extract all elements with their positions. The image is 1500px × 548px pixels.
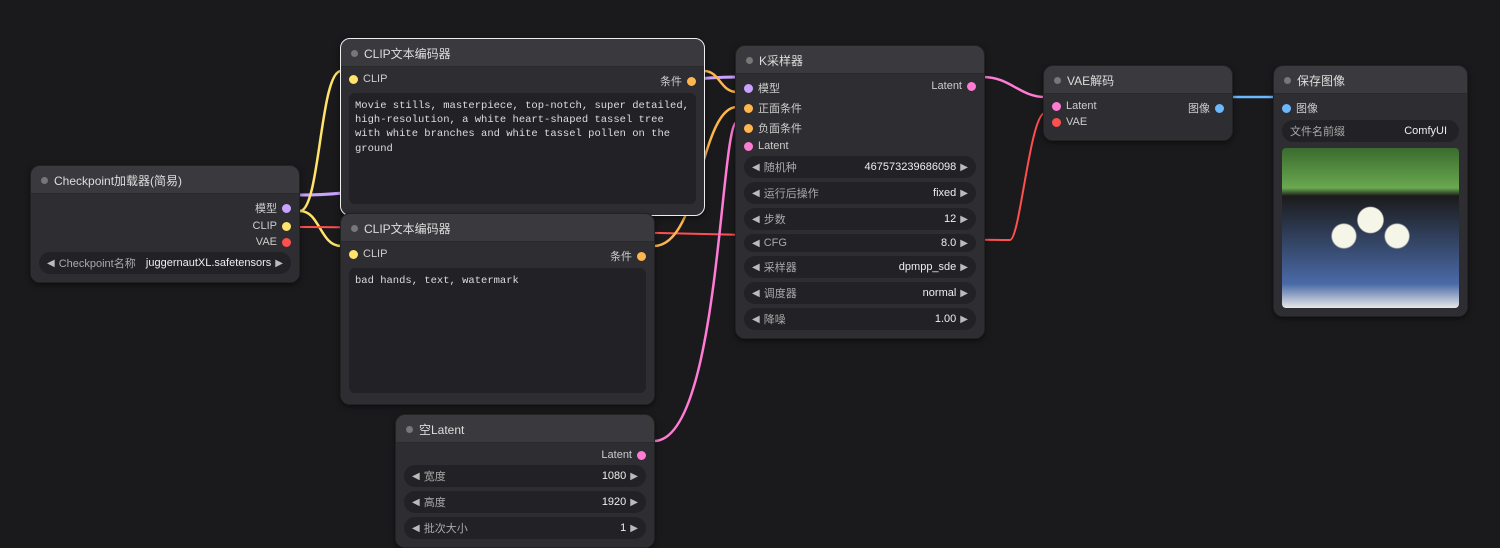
collapse-dot-icon[interactable] — [746, 57, 753, 64]
widget-cfg[interactable]: ◀CFG8.0▶ — [744, 234, 976, 252]
input-port-vae[interactable]: VAE — [1052, 116, 1097, 128]
chevron-left-icon[interactable]: ◀ — [752, 188, 760, 199]
node-vae-decode[interactable]: VAE解码 Latent VAE 图像 — [1043, 65, 1233, 141]
node-checkpoint-loader[interactable]: Checkpoint加载器(简易) 模型 CLIP VAE ◀ Checkpoi… — [30, 165, 300, 283]
chevron-left-icon[interactable]: ◀ — [752, 162, 760, 173]
node-save-image[interactable]: 保存图像 图像 文件名前缀 ComfyUI — [1273, 65, 1468, 317]
chevron-left-icon[interactable]: ◀ — [752, 262, 760, 273]
chevron-right-icon[interactable]: ▶ — [960, 314, 968, 325]
chevron-left-icon[interactable]: ◀ — [412, 471, 420, 482]
collapse-dot-icon[interactable] — [351, 225, 358, 232]
chevron-left-icon[interactable]: ◀ — [412, 497, 420, 508]
chevron-right-icon[interactable]: ▶ — [960, 162, 968, 173]
prompt-textarea[interactable] — [349, 268, 646, 393]
chevron-right-icon[interactable]: ▶ — [960, 288, 968, 299]
input-port-image[interactable]: 图像 — [1282, 100, 1318, 116]
widget-steps[interactable]: ◀步数12▶ — [744, 208, 976, 230]
chevron-left-icon[interactable]: ◀ — [752, 214, 760, 225]
node-title: VAE解码 — [1067, 72, 1114, 89]
widget-width[interactable]: ◀宽度1080▶ — [404, 465, 646, 487]
chevron-right-icon[interactable]: ▶ — [630, 523, 638, 534]
prompt-textarea[interactable] — [349, 93, 696, 204]
image-preview — [1282, 148, 1459, 308]
node-title: 空Latent — [419, 421, 464, 438]
input-port-positive[interactable]: 正面条件 — [744, 100, 802, 116]
node-header[interactable]: CLIP文本编码器 — [341, 39, 704, 67]
input-port-clip[interactable]: CLIP — [349, 73, 387, 85]
output-port-image[interactable]: 图像 — [1188, 100, 1224, 116]
chevron-left-icon[interactable]: ◀ — [752, 314, 760, 325]
input-port-clip[interactable]: CLIP — [349, 248, 387, 260]
chevron-right-icon[interactable]: ▶ — [960, 214, 968, 225]
node-title: Checkpoint加载器(简易) — [54, 172, 182, 189]
node-title: 保存图像 — [1297, 72, 1345, 89]
chevron-right-icon[interactable]: ▶ — [630, 471, 638, 482]
output-port-latent[interactable]: Latent — [601, 449, 646, 461]
widget-sampler[interactable]: ◀采样器dpmpp_sde▶ — [744, 256, 976, 278]
chevron-left-icon[interactable]: ◀ — [752, 238, 760, 249]
chevron-right-icon[interactable]: ▶ — [960, 262, 968, 273]
chevron-left-icon[interactable]: ◀ — [412, 523, 420, 534]
node-title: CLIP文本编码器 — [364, 45, 451, 62]
collapse-dot-icon[interactable] — [351, 50, 358, 57]
widget-batch[interactable]: ◀批次大小1▶ — [404, 517, 646, 539]
widget-denoise[interactable]: ◀降噪1.00▶ — [744, 308, 976, 330]
input-port-latent[interactable]: Latent — [744, 140, 802, 152]
node-header[interactable]: 保存图像 — [1274, 66, 1467, 94]
node-title: CLIP文本编码器 — [364, 220, 451, 237]
input-port-latent[interactable]: Latent — [1052, 100, 1097, 112]
chevron-left-icon[interactable]: ◀ — [752, 288, 760, 299]
chevron-right-icon[interactable]: ▶ — [275, 258, 283, 269]
output-port-latent[interactable]: Latent — [931, 80, 976, 92]
node-clip-text-encode-positive[interactable]: CLIP文本编码器 CLIP 条件 — [340, 38, 705, 216]
node-empty-latent[interactable]: 空Latent Latent ◀宽度1080▶ ◀高度1920▶ ◀批次大小1▶ — [395, 414, 655, 548]
output-port-clip[interactable]: CLIP — [253, 220, 291, 232]
output-port-model[interactable]: 模型 — [253, 200, 291, 216]
node-ksampler[interactable]: K采样器 模型 正面条件 负面条件 Latent Latent ◀随机种4675… — [735, 45, 985, 339]
widget-ckpt-name[interactable]: ◀ Checkpoint名称 juggernautXL.safetensors … — [39, 252, 291, 274]
output-port-conditioning[interactable]: 条件 — [660, 73, 696, 89]
node-header[interactable]: K采样器 — [736, 46, 984, 74]
output-port-conditioning[interactable]: 条件 — [610, 248, 646, 264]
widget-after[interactable]: ◀运行后操作fixed▶ — [744, 182, 976, 204]
collapse-dot-icon[interactable] — [406, 426, 413, 433]
input-port-negative[interactable]: 负面条件 — [744, 120, 802, 136]
node-clip-text-encode-negative[interactable]: CLIP文本编码器 CLIP 条件 — [340, 213, 655, 405]
output-port-vae[interactable]: VAE — [253, 236, 291, 248]
widget-scheduler[interactable]: ◀调度器normal▶ — [744, 282, 976, 304]
chevron-right-icon[interactable]: ▶ — [960, 188, 968, 199]
widget-height[interactable]: ◀高度1920▶ — [404, 491, 646, 513]
collapse-dot-icon[interactable] — [1284, 77, 1291, 84]
node-title: K采样器 — [759, 52, 803, 69]
node-header[interactable]: 空Latent — [396, 415, 654, 443]
widget-seed[interactable]: ◀随机种467573239686098▶ — [744, 156, 976, 178]
node-header[interactable]: CLIP文本编码器 — [341, 214, 654, 242]
node-header[interactable]: VAE解码 — [1044, 66, 1232, 94]
chevron-right-icon[interactable]: ▶ — [960, 238, 968, 249]
collapse-dot-icon[interactable] — [1054, 77, 1061, 84]
chevron-right-icon[interactable]: ▶ — [630, 497, 638, 508]
node-header[interactable]: Checkpoint加载器(简易) — [31, 166, 299, 194]
chevron-left-icon[interactable]: ◀ — [47, 258, 55, 269]
input-port-model[interactable]: 模型 — [744, 80, 802, 96]
collapse-dot-icon[interactable] — [41, 177, 48, 184]
widget-filename-prefix[interactable]: 文件名前缀 ComfyUI — [1282, 120, 1459, 142]
